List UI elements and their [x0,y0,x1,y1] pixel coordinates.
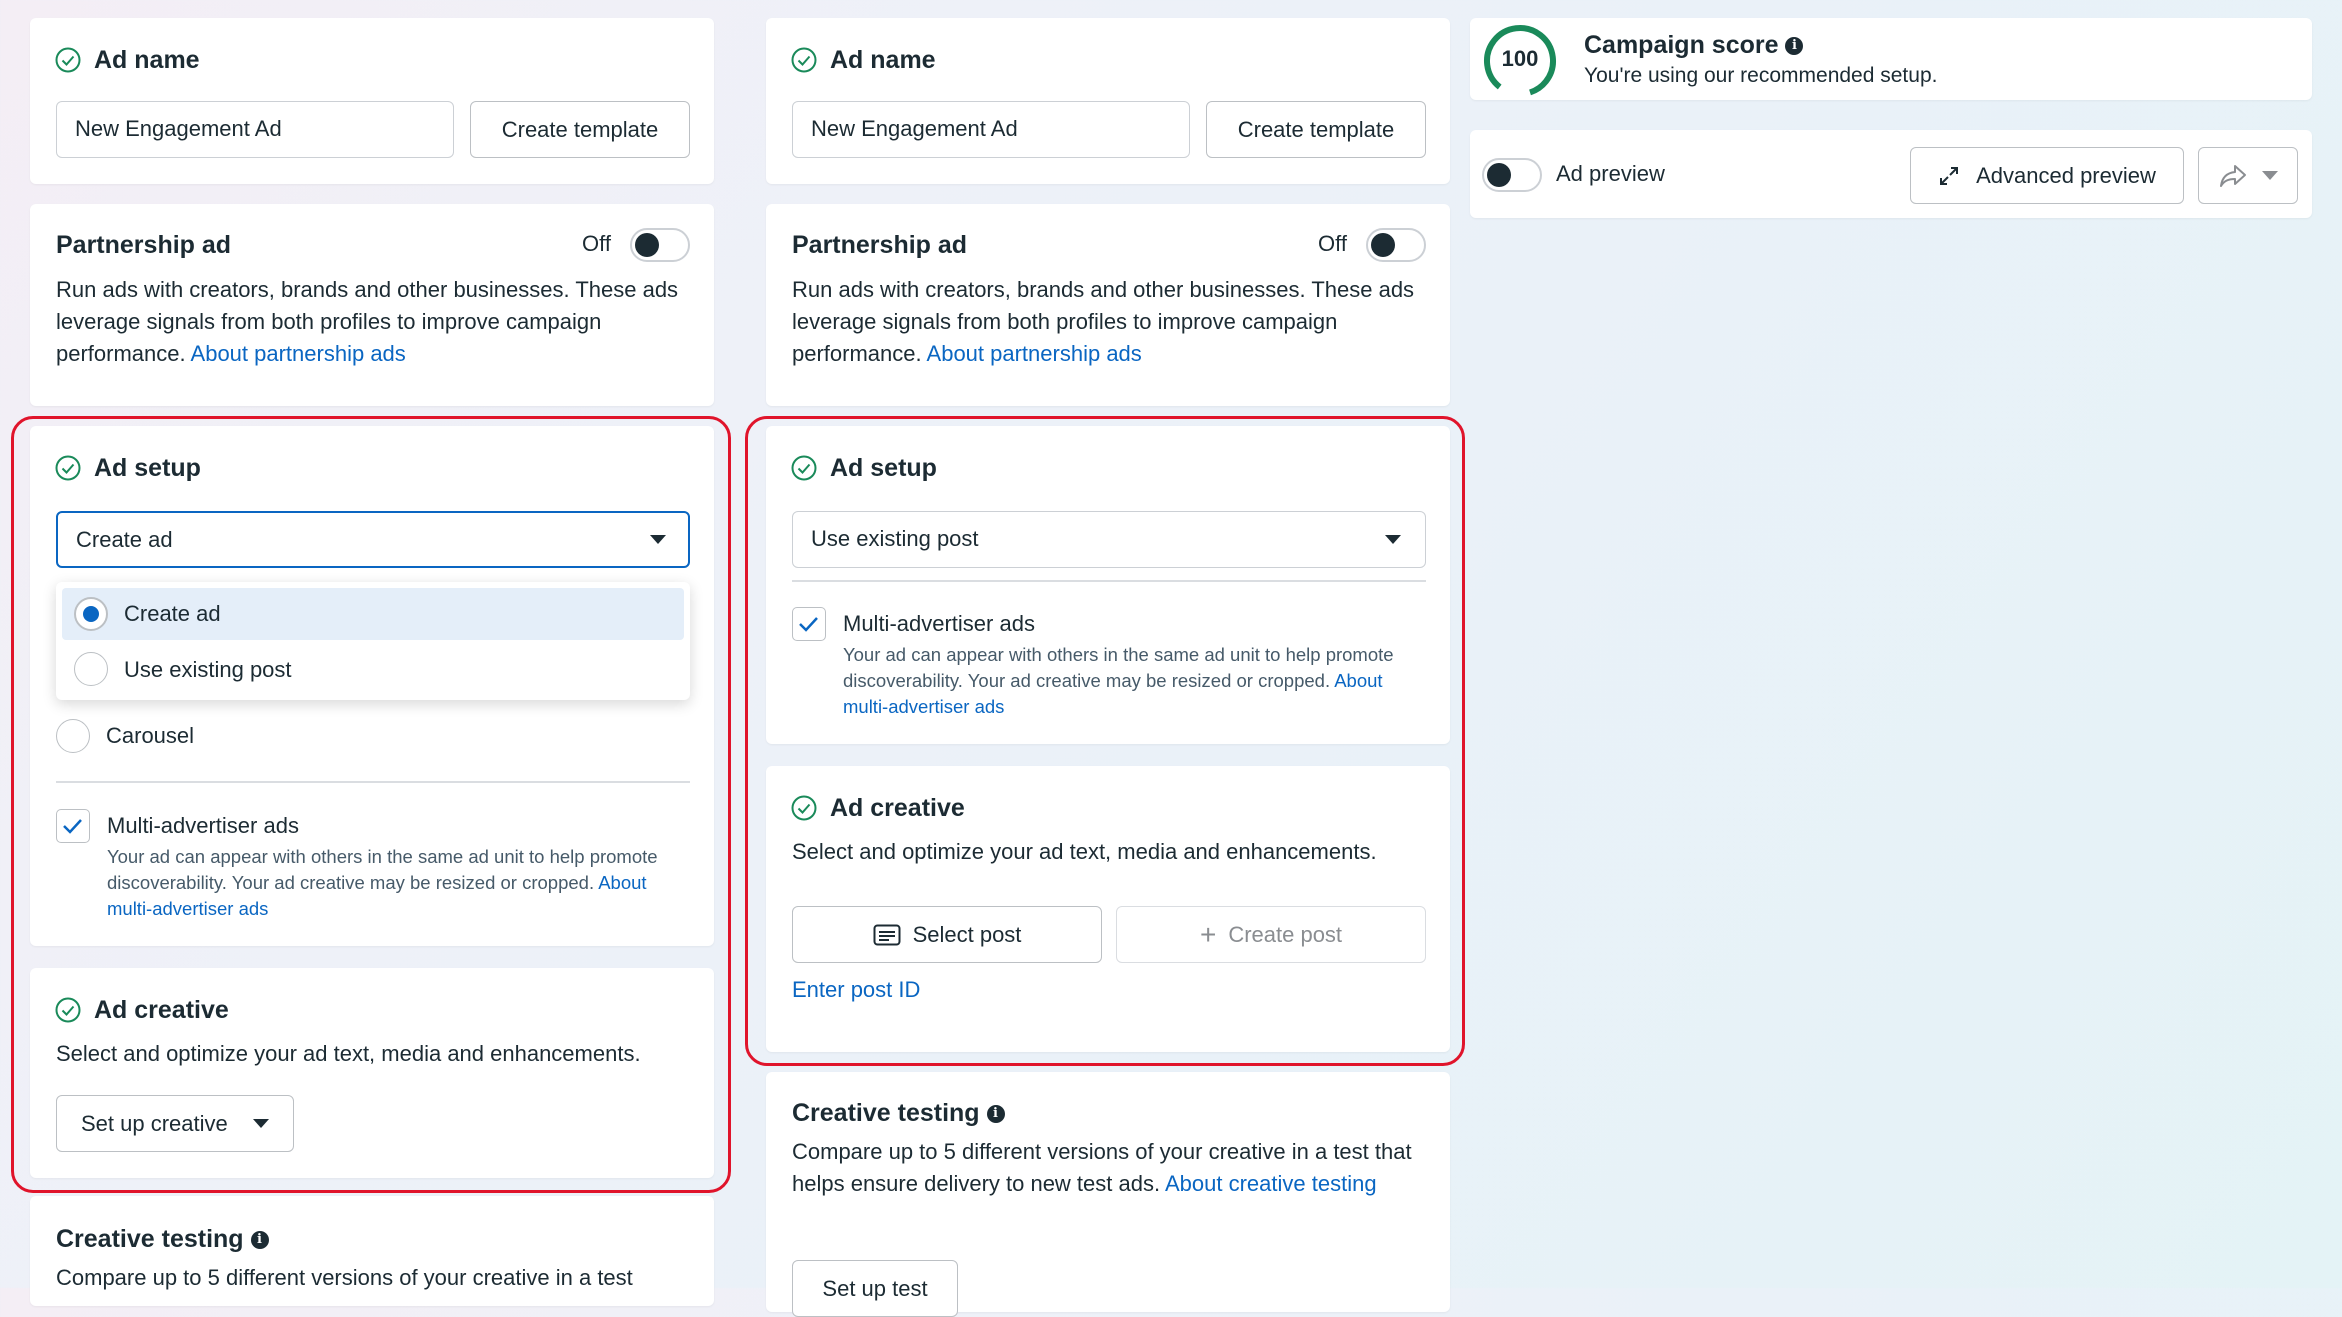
dropdown-option-label: Use existing post [124,657,292,682]
partnership-toggle-label: Off [1318,231,1347,256]
ad-creative-title: Ad creative [830,794,965,822]
partnership-ad-card: Partnership ad Off Run ads with creators… [30,204,714,406]
enter-post-id-link[interactable]: Enter post ID [792,974,920,1006]
caret-down-icon [253,1119,269,1128]
campaign-score-subtitle: You're using our recommended setup. [1584,64,1938,87]
ad-creative-card: Ad creative Select and optimize your ad … [766,766,1450,1052]
check-circle-icon [791,795,817,821]
partnership-ad-title: Partnership ad [792,231,968,259]
post-icon [873,924,901,945]
multi-advertiser-description: Your ad can appear with others in the sa… [107,846,658,919]
creative-testing-title: Creative testing i [792,1098,1005,1128]
about-partnership-ads-link[interactable]: About partnership ads [927,341,1142,366]
ad-name-card: Ad name New Engagement Ad Create templat… [30,18,714,184]
ad-preview-card: Ad preview Advanced preview [1470,130,2312,218]
radio-unselected [74,652,108,686]
dropdown-option-use-existing-post[interactable]: Use existing post [62,644,684,696]
caret-down-icon [650,535,666,544]
select-post-label: Select post [912,921,1022,947]
ad-creative-card: Ad creative Select and optimize your ad … [30,968,714,1178]
creative-testing-card: Creative testing i Compare up to 5 diffe… [30,1196,714,1306]
create-post-button[interactable]: + Create post [1116,906,1426,963]
caret-down-icon [2262,171,2278,180]
ad-setup-card: Ad setup Use existing post Multi-adverti… [766,426,1450,744]
multi-advertiser-label: Multi-advertiser ads [843,611,1035,636]
set-up-creative-button[interactable]: Set up creative [56,1095,294,1152]
creative-testing-description: Compare up to 5 different versions of yo… [792,1139,1412,1196]
creative-testing-card: Creative testing i Compare up to 5 diffe… [766,1072,1450,1317]
partnership-description: Run ads with creators, brands and other … [56,277,679,366]
checkmark-icon [799,617,818,632]
caret-down-icon [1385,535,1401,544]
plus-icon: + [1199,918,1217,950]
creative-testing-description: Compare up to 5 different versions of yo… [56,1265,633,1290]
ad-creative-description: Select and optimize your ad text, media … [56,1041,641,1066]
divider [56,781,690,783]
ad-creative-description: Select and optimize your ad text, media … [792,839,1377,864]
about-creative-testing-link[interactable]: About creative testing [1165,1171,1377,1196]
advanced-preview-label: Advanced preview [1976,162,2156,188]
ad-name-title: Ad name [94,46,200,74]
check-circle-icon [55,47,81,73]
info-icon[interactable]: i [1785,37,1804,56]
partnership-description: Run ads with creators, brands and other … [792,277,1415,366]
ad-setup-title: Ad setup [830,454,937,482]
check-circle-icon [55,455,81,481]
info-icon[interactable]: i [250,1231,269,1250]
ad-setup-dropdown-menu: Create ad Use existing post [56,582,690,700]
multi-advertiser-checkbox[interactable] [56,809,90,843]
ad-preview-toggle[interactable] [1482,158,1542,192]
check-circle-icon [791,47,817,73]
ad-setup-selected: Use existing post [811,526,979,551]
create-post-label: Create post [1228,921,1343,947]
share-menu-button[interactable] [2198,147,2298,204]
create-template-button[interactable]: Create template [470,101,690,158]
partnership-toggle[interactable] [1366,228,1426,262]
ad-name-input[interactable]: New Engagement Ad [56,101,454,158]
multi-advertiser-label: Multi-advertiser ads [107,813,299,838]
ad-setup-dropdown[interactable]: Create ad [56,511,690,568]
partnership-ad-title: Partnership ad [56,231,232,259]
campaign-score-title: Campaign score i [1584,30,1804,60]
ad-preview-label: Ad preview [1556,161,1665,186]
ad-setup-selected: Create ad [76,527,173,552]
ad-setup-title: Ad setup [94,454,201,482]
multi-advertiser-description: Your ad can appear with others in the sa… [843,644,1394,717]
partnership-ad-card: Partnership ad Off Run ads with creators… [766,204,1450,406]
advanced-preview-button[interactable]: Advanced preview [1910,147,2184,204]
ad-creative-title: Ad creative [94,996,229,1024]
ad-name-input[interactable]: New Engagement Ad [792,101,1190,158]
partnership-toggle-label: Off [582,231,611,256]
carousel-label: Carousel [106,723,195,748]
create-template-button[interactable]: Create template [1206,101,1426,158]
dropdown-option-create-ad[interactable]: Create ad [62,588,684,640]
share-icon [2220,164,2246,187]
partnership-toggle[interactable] [630,228,690,262]
info-icon[interactable]: i [986,1105,1005,1124]
set-up-test-button[interactable]: Set up test [792,1260,958,1317]
campaign-score-value: 100 [1501,46,1539,71]
creative-testing-title: Creative testing i [56,1224,269,1254]
ad-name-card: Ad name New Engagement Ad Create templat… [766,18,1450,184]
expand-icon [1940,166,1959,185]
checkmark-icon [63,819,82,834]
about-partnership-ads-link[interactable]: About partnership ads [191,341,406,366]
ad-setup-dropdown[interactable]: Use existing post [792,511,1426,568]
check-circle-icon [791,455,817,481]
multi-advertiser-checkbox[interactable] [792,607,826,641]
divider [792,580,1426,582]
campaign-score-card: 100 Campaign score i You're using our re… [1470,18,2312,100]
dropdown-option-label: Create ad [124,601,221,626]
select-post-button[interactable]: Select post [792,906,1102,963]
set-up-creative-label: Set up creative [81,1110,228,1136]
check-circle-icon [55,997,81,1023]
radio-selected [74,597,108,631]
carousel-radio[interactable] [56,719,90,753]
ad-name-title: Ad name [830,46,936,74]
